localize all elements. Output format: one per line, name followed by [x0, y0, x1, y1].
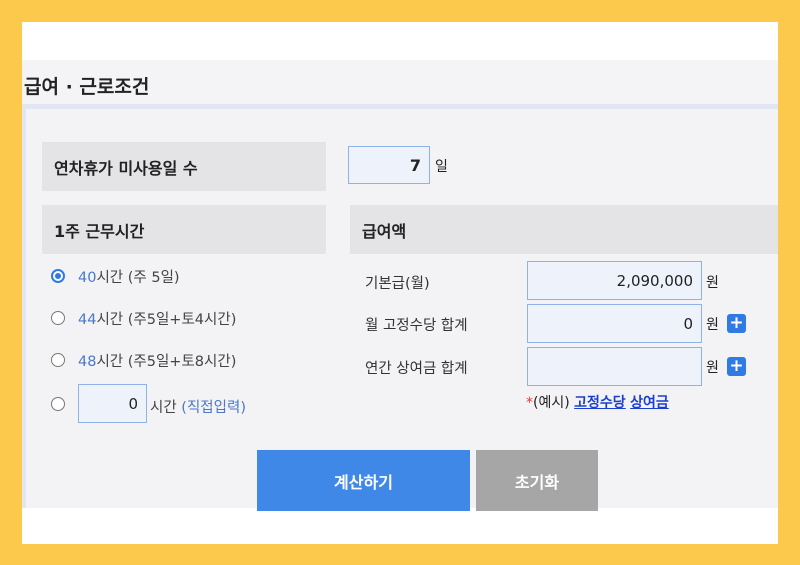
hours-44-option[interactable]: 44시간 (주5일+토4시간): [78, 308, 236, 329]
fixed-allowance-label: 월 고정수당 합계: [365, 318, 468, 334]
hours-48-option[interactable]: 48시간 (주5일+토8시간): [78, 350, 236, 371]
custom-hours-input[interactable]: [78, 384, 147, 423]
title-bar: 급여 · 근로조건: [22, 60, 778, 106]
calculator-frame: 급여 · 근로조건 연차휴가 미사용일 수 일 1주 근무시간 40시간 (주 …: [22, 22, 778, 544]
hours-44-radio[interactable]: [51, 311, 65, 325]
custom-hours-label: 시간 (직접입력): [150, 396, 246, 417]
base-pay-label: 기본급(월): [365, 276, 430, 292]
example-note: *(예시) 고정수당 상여금: [526, 392, 669, 412]
page-title: 급여 · 근로조건: [24, 76, 150, 98]
fixed-allowance-unit: 원: [706, 317, 719, 333]
hours-48-text: 시간 (주5일+토8시간): [96, 354, 237, 370]
custom-hours-hint: (직접입력): [181, 400, 246, 416]
base-pay-input[interactable]: [527, 261, 702, 300]
reset-button[interactable]: 초기화: [476, 450, 598, 511]
add-allowance-icon[interactable]: +: [727, 314, 746, 333]
add-bonus-icon[interactable]: +: [727, 357, 746, 376]
hours-40-radio[interactable]: [51, 269, 65, 283]
hours-40-value: 40: [78, 270, 97, 286]
pay-header: 급여액: [350, 205, 778, 254]
base-pay-unit: 원: [706, 275, 719, 291]
hours-48-radio[interactable]: [51, 353, 65, 367]
fixed-allowance-link[interactable]: 고정수당: [574, 395, 626, 411]
form-panel: 연차휴가 미사용일 수 일 1주 근무시간 40시간 (주 5일) 44시간 (…: [22, 104, 778, 511]
bonus-input[interactable]: [527, 347, 702, 386]
hours-40-text: 시간 (주 5일): [96, 270, 180, 286]
fixed-allowance-input[interactable]: [527, 304, 702, 343]
bonus-link[interactable]: 상여금: [630, 395, 669, 411]
hours-48-value: 48: [78, 354, 97, 370]
bonus-unit: 원: [706, 360, 719, 376]
calculate-button[interactable]: 계산하기: [257, 450, 470, 511]
hours-40-option[interactable]: 40시간 (주 5일): [78, 266, 180, 287]
hours-44-text: 시간 (주5일+토4시간): [96, 312, 237, 328]
custom-hours-unit: 시간: [150, 400, 177, 416]
hours-44-value: 44: [78, 312, 97, 328]
hours-custom-radio[interactable]: [51, 397, 65, 411]
bonus-label: 연간 상여금 합계: [365, 361, 468, 377]
note-prefix: (예시): [533, 395, 570, 411]
leave-days-label: 연차휴가 미사용일 수: [42, 142, 326, 191]
leave-days-unit: 일: [435, 159, 448, 175]
note-asterisk: *: [526, 395, 533, 411]
leave-days-input[interactable]: [348, 146, 430, 184]
weekly-hours-header: 1주 근무시간: [42, 205, 326, 254]
